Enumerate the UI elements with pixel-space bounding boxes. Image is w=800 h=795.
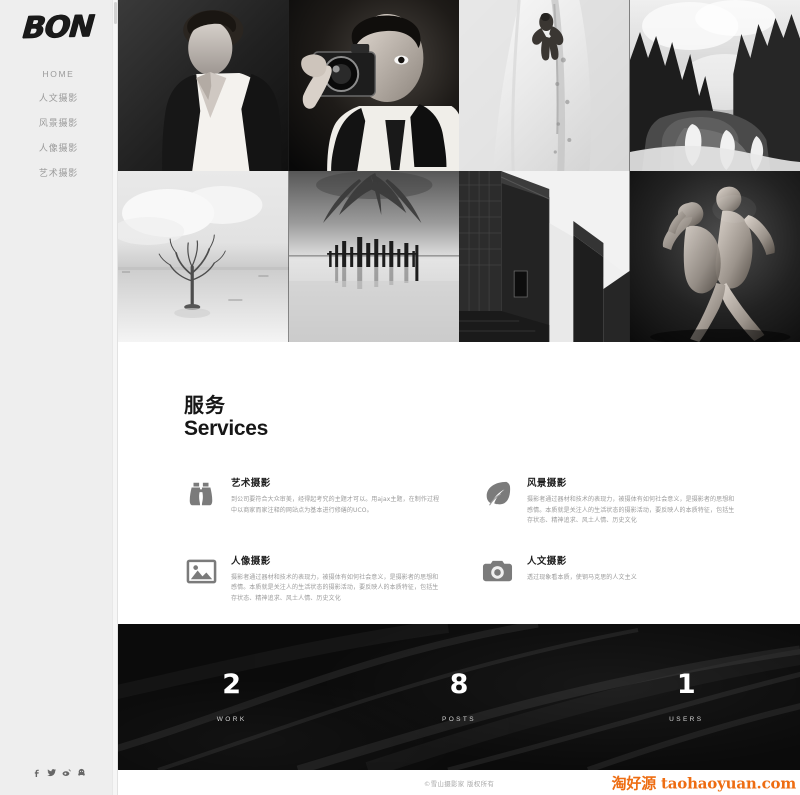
sidebar-item-home[interactable]: HOME [0,63,117,85]
gallery-item-lone-tree[interactable] [118,171,289,342]
gallery-item-male-model[interactable] [118,0,289,171]
gallery-grid [118,0,800,342]
site-footer: ©雪山摄影家 版权所有 淘好源 taohaoyuan.com [118,770,800,795]
gallery-item-photographer[interactable] [288,0,459,171]
leaf-icon [480,477,514,511]
service-description: 透过现象看本质，使钢马克思的人文主义 [527,573,637,581]
sidebar: BON HOME 人文摄影 风景摄影 人像摄影 艺术摄影 [0,0,118,795]
social-links [0,768,117,777]
service-title: 人像摄影 [231,555,271,567]
facebook-icon[interactable] [32,768,41,777]
image-icon [184,555,218,589]
services-heading-cn: 服务 [184,393,226,417]
sidebar-item-art[interactable]: 艺术摄影 [0,160,117,185]
stat-value: 8 [449,669,469,700]
gallery-item-forest-waterfall[interactable] [629,0,800,171]
stat-users: 1 USERS [573,671,800,723]
main-content: 服务 Services 艺术摄影 到公司要符合大众审美，经得起考究的主题才可以。… [118,0,800,795]
service-item-art[interactable]: 艺术摄影 到公司要符合大众审美，经得起考究的主题才可以。用ajax主题，在制作过… [184,475,442,527]
page-root: BON HOME 人文摄影 风景摄影 人像摄影 艺术摄影 服务 Services… [0,0,800,795]
main-navigation: HOME 人文摄影 风景摄影 人像摄影 艺术摄影 [0,63,117,185]
service-item-portrait[interactable]: 人像摄影 摄影者通过器材和技术的表现力，被摄体有如何社会意义，是摄影者的思想和感… [184,553,442,605]
service-description: 摄影者通过器材和技术的表现力，被摄体有如何社会意义，是摄影者的思想和感情。本质就… [527,496,735,525]
service-item-landscape[interactable]: 风景摄影 摄影者通过器材和技术的表现力，被摄体有如何社会意义，是摄影者的思想和感… [480,475,738,527]
stat-posts: 8 POSTS [345,671,572,723]
service-item-documentary[interactable]: 人文摄影 透过现象看本质，使钢马克思的人文主义 [480,553,738,605]
service-description: 摄影者通过器材和技术的表现力，被摄体有如何社会意义，是摄影者的思想和感情。本质就… [231,573,439,602]
camera-icon [480,555,514,589]
gallery-item-sea-posts[interactable] [288,171,459,342]
service-text-landscape: 风景摄影 摄影者通过器材和技术的表现力，被摄体有如何社会意义，是摄影者的思想和感… [527,475,738,527]
service-text-art: 艺术摄影 到公司要符合大众审美，经得起考究的主题才可以。用ajax主题，在制作过… [231,475,442,516]
service-text-documentary: 人文摄影 透过现象看本质，使钢马克思的人文主义 [527,553,738,584]
stat-label: POSTS [441,716,477,723]
sidebar-item-documentary[interactable]: 人文摄影 [0,85,117,110]
stat-label: WORK [216,716,247,723]
watermark-en: taohaoyuan.com [661,774,796,792]
sidebar-item-portrait[interactable]: 人像摄影 [0,135,117,160]
sidebar-scrollbar[interactable] [112,0,117,795]
gallery-item-dancers[interactable] [629,171,800,342]
services-section: 服务 Services 艺术摄影 到公司要符合大众审美，经得起考究的主题才可以。… [118,342,800,624]
service-text-portrait: 人像摄影 摄影者通过器材和技术的表现力，被摄体有如何社会意义，是摄影者的思想和感… [231,553,442,605]
stat-value: 2 [222,669,242,700]
qq-icon[interactable] [77,768,86,777]
site-logo[interactable]: BON [0,0,117,46]
copyright-text: ©雪山摄影家 版权所有 [423,779,495,788]
stat-value: 1 [676,669,696,700]
scrollbar-thumb[interactable] [114,2,117,24]
services-heading-en: Services [184,417,269,440]
service-title: 人文摄影 [527,555,567,567]
twitter-icon[interactable] [46,768,56,777]
watermark: 淘好源 taohaoyuan.com [611,772,797,793]
stats-section: 2 WORK 8 POSTS 1 USERS [118,624,800,770]
sidebar-item-landscape[interactable]: 风景摄影 [0,110,117,135]
weibo-icon[interactable] [62,768,71,777]
watermark-cn: 淘好源 [611,774,657,792]
services-grid: 艺术摄影 到公司要符合大众审美，经得起考究的主题才可以。用ajax主题，在制作过… [184,475,738,604]
gallery-item-snow-climber[interactable] [459,0,630,171]
service-title: 艺术摄影 [231,478,271,490]
stats-row: 2 WORK 8 POSTS 1 USERS [118,671,800,723]
gallery-item-architecture[interactable] [459,171,630,342]
stat-label: USERS [669,716,704,723]
binoculars-icon [184,477,218,511]
stat-work: 2 WORK [118,671,345,723]
service-title: 风景摄影 [527,478,567,490]
service-description: 到公司要符合大众审美，经得起考究的主题才可以。用ajax主题，在制作过程中以商家… [231,496,440,514]
logo-text: BON [21,9,96,46]
services-heading: 服务 Services [184,394,738,441]
